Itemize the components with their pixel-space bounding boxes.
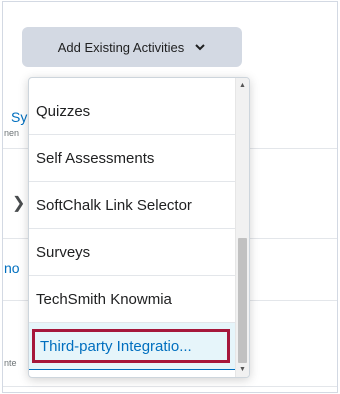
- scrollbar-thumb[interactable]: [238, 238, 247, 363]
- menu-item-quizzes[interactable]: Quizzes: [29, 88, 237, 135]
- menu-item-label: Surveys: [36, 243, 91, 261]
- background-subtext-fragment: nte: [4, 358, 17, 368]
- add-existing-activities-button[interactable]: Add Existing Activities: [22, 27, 242, 67]
- menu-item-label: Quizzes: [36, 102, 91, 120]
- background-title-fragment: no: [4, 260, 20, 276]
- scroll-up-arrow-icon[interactable]: ▲: [238, 81, 247, 90]
- scroll-down-arrow-icon[interactable]: ▼: [238, 365, 247, 374]
- activities-dropdown-menu: Quizzes Self Assessments SoftChalk Link …: [28, 77, 250, 378]
- background-subtext-fragment: nen: [4, 128, 20, 138]
- menu-item-label: SoftChalk Link Selector: [36, 196, 192, 214]
- menu-item-surveys[interactable]: Surveys: [29, 229, 237, 276]
- menu-item-label: Third-party Integratio...: [40, 337, 192, 355]
- menu-item-label: TechSmith Knowmia: [36, 290, 172, 308]
- menu-item-techsmith-knowmia[interactable]: TechSmith Knowmia: [29, 276, 237, 323]
- menu-item-softchalk-link-selector[interactable]: SoftChalk Link Selector: [29, 182, 237, 229]
- menu-item-self-assessments[interactable]: Self Assessments: [29, 135, 237, 182]
- expand-chevron-icon[interactable]: ❯: [12, 193, 25, 213]
- background-title-fragment: Sy: [11, 109, 28, 125]
- menu-item-label: Self Assessments: [36, 149, 155, 167]
- activities-menu-list: Quizzes Self Assessments SoftChalk Link …: [29, 88, 237, 370]
- chevron-down-icon: [195, 44, 205, 51]
- menu-scrollbar[interactable]: ▲ ▼: [235, 78, 249, 377]
- background-divider: [3, 386, 337, 387]
- highlight-box: Third-party Integratio...: [32, 329, 230, 363]
- menu-item-third-party-integrations[interactable]: Third-party Integratio...: [29, 323, 237, 370]
- add-existing-activities-label: Add Existing Activities: [57, 39, 185, 55]
